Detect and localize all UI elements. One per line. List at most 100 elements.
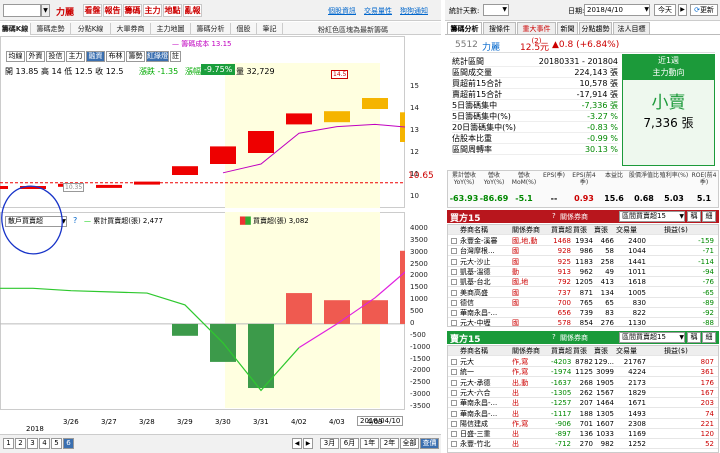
page-button-1[interactable]: 2 xyxy=(15,438,26,449)
toolbar-button-1[interactable]: 報告 xyxy=(103,4,122,17)
sell-button-1[interactable]: 稱 xyxy=(687,332,701,343)
chip-button-7[interactable]: 紅綠燈 xyxy=(146,51,169,62)
row-checkbox[interactable] xyxy=(451,279,457,286)
row-checkbox[interactable] xyxy=(451,431,457,438)
row-checkbox[interactable] xyxy=(451,320,457,326)
range-button-2[interactable]: 1年 xyxy=(360,438,379,449)
row-checkbox[interactable] xyxy=(451,238,457,244)
chevron-down-icon: ▼ xyxy=(679,334,684,341)
page-button-5[interactable]: 6 xyxy=(63,438,74,449)
stock-dropdown-icon[interactable]: ▼ xyxy=(41,4,50,17)
toolbar-button-5[interactable]: 亂報 xyxy=(183,4,202,17)
chip-button-4[interactable]: 融資 xyxy=(86,51,105,62)
table-cell: 8782 xyxy=(575,358,593,366)
toolbar-button-2[interactable]: 籌碼 xyxy=(123,4,142,17)
scroll-right-button[interactable]: ▶ xyxy=(303,438,313,449)
buy-button-2[interactable]: 細 xyxy=(702,211,716,222)
table-row[interactable]: 元大 作,寫 -4203 8782 129... 21767 807 xyxy=(448,357,718,367)
right-tab-4[interactable]: 分點趨勢 xyxy=(579,22,612,34)
row-checkbox[interactable] xyxy=(451,268,457,275)
row-checkbox[interactable] xyxy=(451,389,457,396)
table-row[interactable]: 永豐-竹北 出 -712 270 982 1252 52 xyxy=(448,439,718,450)
stock-code-input[interactable] xyxy=(3,4,41,17)
buy-select[interactable]: 區間買賣超15 ▼ xyxy=(619,211,685,222)
right-tab-3[interactable]: 新聞 xyxy=(557,22,578,34)
table-row[interactable]: 美商高盛 國 737 871 134 1005 -65 xyxy=(448,288,718,298)
row-checkbox[interactable] xyxy=(451,379,457,386)
toolbar-link-1[interactable]: 交易量性 xyxy=(364,6,392,16)
table-row[interactable]: 日盛-三重 出 -897 136 1033 1169 120 xyxy=(448,429,718,440)
right-tab-1[interactable]: 搜條件 xyxy=(483,22,516,34)
toolbar-link-2[interactable]: 狗狗通知 xyxy=(400,6,428,16)
sell-select[interactable]: 區間買賣超15 ▼ xyxy=(619,332,685,343)
chip-button-2[interactable]: 投信 xyxy=(46,51,65,62)
right-tab-5[interactable]: 法人目標 xyxy=(613,22,650,34)
left-tab-3[interactable]: 大單券商 xyxy=(111,23,151,35)
toolbar-button-0[interactable]: 看盤 xyxy=(83,4,102,17)
sell-help-icon[interactable]: ? xyxy=(552,333,556,341)
buy-button-1[interactable]: 稱 xyxy=(687,211,701,222)
table-row[interactable]: 統一 作,寫 -1974 1125 3099 4224 361 xyxy=(448,367,718,378)
help-icon[interactable]: ? xyxy=(73,216,77,225)
left-tab-1[interactable]: 籌碼走勢 xyxy=(31,23,71,35)
table-row[interactable]: 凱基-溫德 動 913 962 49 1011 -94 xyxy=(448,267,718,277)
chip-button-5[interactable]: 布林 xyxy=(106,51,125,62)
sell-button-2[interactable]: 細 xyxy=(702,332,716,343)
row-checkbox[interactable] xyxy=(451,420,457,427)
toolbar-button-3[interactable]: 主力 xyxy=(143,4,162,17)
range-button-5[interactable]: 查價 xyxy=(420,438,439,449)
table-row[interactable]: 陽信建成 作,寫 -906 701 1607 2308 221 xyxy=(448,419,718,429)
row-checkbox[interactable] xyxy=(451,299,457,306)
row-checkbox[interactable] xyxy=(451,441,457,448)
left-tab-5[interactable]: 籌碼分析 xyxy=(191,23,231,35)
toolbar-link-0[interactable]: 個股資訊 xyxy=(328,6,356,16)
buy-help-icon[interactable]: ? xyxy=(552,212,556,220)
page-button-3[interactable]: 4 xyxy=(39,438,50,449)
date-input[interactable]: 2018/4/10 ▼ xyxy=(584,4,650,16)
table-row[interactable]: 元大-承德 出,動 -1637 268 1905 2173 176 xyxy=(448,378,718,388)
page-button-0[interactable]: 1 xyxy=(3,438,14,449)
table-row[interactable]: 華南永昌-... 出 -1117 188 1305 1493 74 xyxy=(448,409,718,419)
right-tab-2[interactable]: 重大事件(2) xyxy=(517,22,556,45)
row-checkbox[interactable] xyxy=(451,258,457,265)
range-button-0[interactable]: 3月 xyxy=(320,438,339,449)
left-tab-0[interactable]: 籌碼K線 xyxy=(0,23,31,35)
chip-button-6[interactable]: 籌勢 xyxy=(126,51,145,62)
chip-button-3[interactable]: 主力 xyxy=(66,51,85,62)
row-checkbox[interactable] xyxy=(451,289,457,296)
next-button[interactable]: ▶ xyxy=(678,4,687,16)
table-row[interactable]: 華南永昌-... 出 -1257 207 1464 1671 203 xyxy=(448,398,718,409)
range-button-1[interactable]: 6月 xyxy=(340,438,359,449)
table-row[interactable]: 華南永昌-... 656 739 83 822 -92 xyxy=(448,308,718,319)
table-row[interactable]: 元大-沙止 國 925 1183 258 1441 -114 xyxy=(448,257,718,267)
row-checkbox[interactable] xyxy=(451,310,457,317)
range-button-4[interactable]: 全部 xyxy=(400,438,419,449)
left-tab-7[interactable]: 筆記 xyxy=(257,23,283,35)
row-checkbox[interactable] xyxy=(451,359,457,365)
row-checkbox[interactable] xyxy=(451,369,457,376)
toolbar-button-4[interactable]: 地點 xyxy=(163,4,182,17)
chip-button-0[interactable]: 均線 xyxy=(6,51,25,62)
table-row[interactable]: 台灣摩根... 國 928 986 58 1044 -71 xyxy=(448,246,718,257)
table-row[interactable]: 凱基-台北 國,地 792 1205 413 1618 -76 xyxy=(448,277,718,288)
left-tab-2[interactable]: 分點K線 xyxy=(71,23,111,35)
page-button-2[interactable]: 3 xyxy=(27,438,38,449)
scroll-left-button[interactable]: ◀ xyxy=(292,438,302,449)
refresh-button[interactable]: ⟳更新 xyxy=(690,4,718,16)
days-select[interactable]: ▼ xyxy=(483,4,509,16)
left-tab-6[interactable]: 個股 xyxy=(231,23,257,35)
row-checkbox[interactable] xyxy=(451,400,457,407)
table-row[interactable]: 元大-中壢 國 578 854 276 1130 -88 xyxy=(448,318,718,326)
right-tab-0[interactable]: 籌碼分析 xyxy=(447,22,482,34)
range-button-3[interactable]: 2年 xyxy=(380,438,399,449)
row-checkbox[interactable] xyxy=(451,248,457,255)
chip-button-8[interactable]: 註 xyxy=(170,51,181,62)
chip-button-1[interactable]: 外資 xyxy=(26,51,45,62)
today-button[interactable]: 今天 xyxy=(654,4,676,16)
table-row[interactable]: 永豐金-溪審 國,地,動 1468 1934 466 2400 -159 xyxy=(448,236,718,246)
page-button-4[interactable]: 5 xyxy=(51,438,62,449)
table-row[interactable]: 元大-六合 出 -1305 262 1567 1829 167 xyxy=(448,388,718,398)
left-tab-4[interactable]: 主力地圖 xyxy=(151,23,191,35)
row-checkbox[interactable] xyxy=(451,410,457,417)
table-row[interactable]: 德信 國 700 765 65 830 -89 xyxy=(448,298,718,308)
